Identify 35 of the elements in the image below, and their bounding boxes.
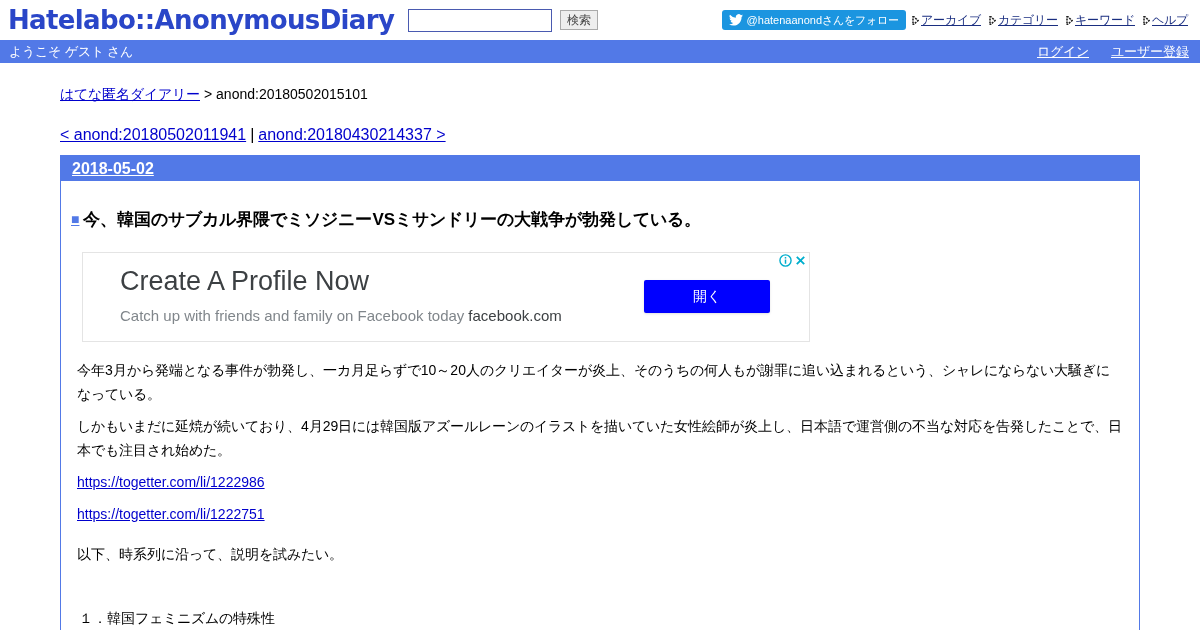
section-heading: １．韓国フェミニズムの特殊性 — [79, 608, 276, 628]
ad-domain: facebook.com — [468, 306, 562, 327]
welcome-text: ようこそ ゲスト さん — [9, 42, 134, 61]
entry-title: 今、韓国のサブカル界隈でミソジニーVSミサンドリーの大戦争が勃発している。 — [83, 209, 702, 231]
entry-id: > anond:20180502015101 — [204, 85, 368, 104]
date-link[interactable]: 2018-05-02 — [72, 156, 154, 181]
open-button[interactable]: 開く — [644, 280, 770, 313]
separator: | — [250, 125, 255, 145]
paragraph: 以下、時系列に沿って、説明を試みたい。 — [77, 544, 344, 564]
previous-link[interactable]: < anond:20180502011941 — [60, 123, 247, 147]
next-link[interactable]: anond:20180430214337 > — [258, 123, 446, 147]
nav-link[interactable]: キーワード — [1075, 11, 1135, 29]
chevron-icon — [1066, 15, 1073, 25]
nav-link[interactable]: カテゴリー — [998, 11, 1058, 29]
chevron-icon — [1143, 15, 1150, 25]
paragraph: 今年3月から発端となる事件が勃発し、一カ月足らずで10～20人のクリエイターが炎上、そのうちの何人もが謝罪に追い込まれるという、シャレにならない大騒ぎになっている。 — [77, 360, 1111, 404]
nav-link[interactable]: ヘルプ — [1152, 11, 1188, 29]
url-link[interactable]: https://togetter.com/li/1222751 — [77, 501, 265, 526]
url-link[interactable]: https://togetter.com/li/1222986 — [77, 469, 265, 494]
info-icon[interactable] — [779, 253, 792, 267]
account-link[interactable]: ログイン — [1037, 41, 1089, 62]
site-logo[interactable]: Hatelabo::AnonymousDiary — [8, 7, 395, 33]
close-icon[interactable] — [794, 253, 807, 267]
nav-link[interactable]: アーカイブ — [921, 11, 981, 29]
chevron-icon — [989, 15, 996, 25]
breadcrumb-link[interactable]: はてな匿名ダイアリー — [60, 84, 200, 105]
ad-headline: Create A Profile Now — [120, 265, 371, 299]
account-link[interactable]: ユーザー登録 — [1111, 41, 1189, 62]
paragraph: しかもいまだに延焼が続いており、4月29日には韓国版アズールレーンのイラストを描いていた女性絵師が炎上し、日本語で運営側の不当な対応を告発したことで、日本でも注目され始めた。 — [77, 416, 1123, 460]
search-field[interactable] — [408, 8, 553, 32]
bird-icon — [728, 14, 743, 26]
search-button[interactable]: 検索 — [560, 10, 599, 30]
entry-link[interactable]: ■ — [71, 209, 80, 231]
ad-description: Catch up with friends and family on Facebook today — [120, 306, 465, 327]
chevron-icon — [912, 15, 919, 25]
